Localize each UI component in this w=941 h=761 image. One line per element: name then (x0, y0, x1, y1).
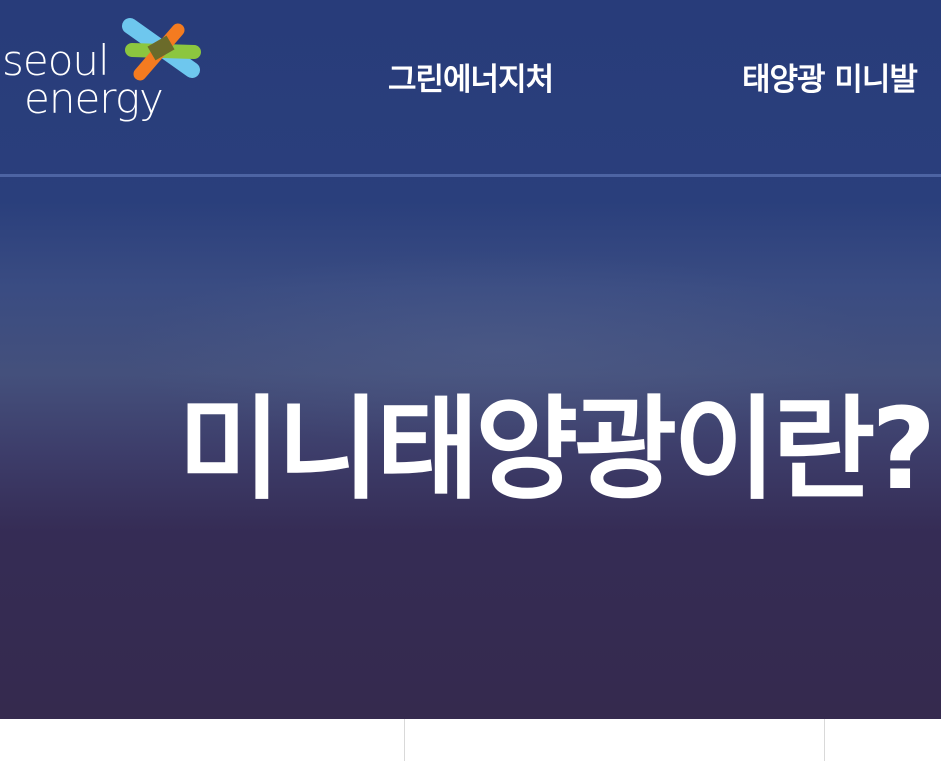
page-title: 미니태양광이란? (178, 385, 936, 515)
bottom-tab-bar (0, 719, 941, 761)
nav-item-green-energy[interactable]: 그린에너지처 (388, 58, 554, 102)
tab-divider (404, 719, 405, 761)
header-divider (0, 174, 941, 177)
logo-text-energy: energy (24, 74, 164, 123)
hero-section: seoul energy 그린에너지처 태양광 미니발 미니태양광이란? (0, 0, 941, 719)
seoul-energy-logo[interactable]: seoul energy (0, 12, 210, 132)
nav-item-solar-mini[interactable]: 태양광 미니발 (742, 58, 918, 102)
tab-divider (824, 719, 825, 761)
